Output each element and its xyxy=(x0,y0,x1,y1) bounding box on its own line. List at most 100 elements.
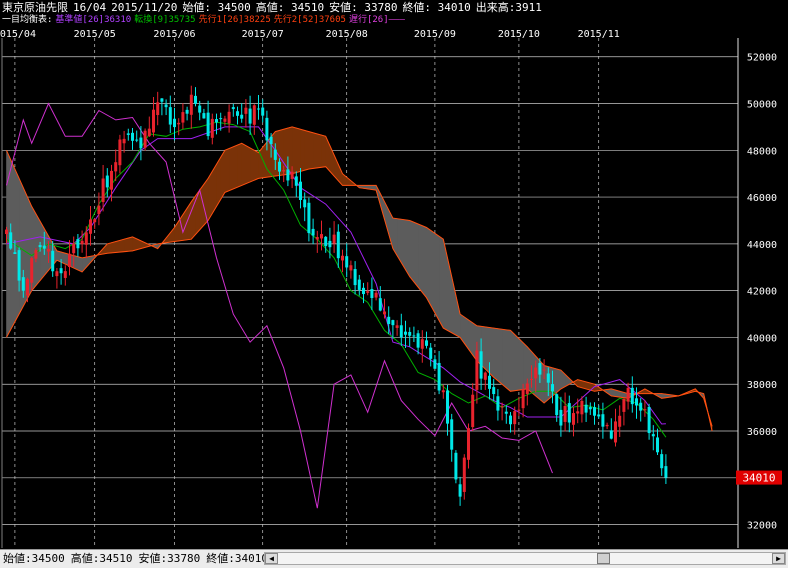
candle-body xyxy=(370,289,374,298)
candle-body xyxy=(93,219,97,223)
candle-body xyxy=(63,271,67,278)
candle-body xyxy=(496,396,500,411)
candle-body xyxy=(101,178,105,203)
candle-body xyxy=(311,228,315,236)
cloud-segment xyxy=(547,366,553,401)
candle-body xyxy=(143,130,147,148)
cloud-segment xyxy=(493,327,499,382)
candle-body xyxy=(244,107,248,114)
candle-body xyxy=(559,409,563,426)
candle-body xyxy=(257,108,260,110)
cloud-segment xyxy=(484,326,490,374)
candle-body xyxy=(425,340,428,346)
legend-prefix: 一目均衡表: xyxy=(2,15,53,25)
candle-body xyxy=(320,234,323,239)
plot-area xyxy=(0,26,788,549)
candle-body xyxy=(55,271,59,277)
status-close: 終値:34010 xyxy=(206,552,268,565)
candle-body xyxy=(177,122,181,125)
y-tick-label: 36000 xyxy=(747,427,777,438)
y-tick-label: 38000 xyxy=(747,380,777,391)
candle-body xyxy=(278,161,281,172)
horizontal-scrollbar[interactable]: ◀ ▶ xyxy=(264,552,786,565)
cloud-segment xyxy=(489,327,495,378)
candle-body xyxy=(84,232,88,245)
candle-body xyxy=(80,240,84,245)
cloud-segment xyxy=(123,237,129,252)
cloud-segment xyxy=(430,229,436,314)
quote-header: 東京原油先限 16/04 2015/11/20 始値: 34500 高値: 34510 安… xyxy=(2,1,547,14)
scroll-thumb[interactable] xyxy=(597,553,610,564)
candle-body xyxy=(572,413,575,425)
candle-body xyxy=(294,176,298,186)
candle-body xyxy=(534,367,538,379)
candle-body xyxy=(76,239,80,249)
ichimoku-chart[interactable]: 3200034000360003800040000420004400046000… xyxy=(0,26,788,549)
quote-date: 2015/11/20 xyxy=(111,1,178,14)
candle-body xyxy=(471,394,475,428)
candle-body xyxy=(315,237,319,240)
candle-body xyxy=(395,325,399,328)
cloud-segment xyxy=(107,242,112,254)
cloud-segment xyxy=(212,163,217,215)
candle-body xyxy=(160,98,164,102)
candle-body xyxy=(399,325,403,338)
candle-body xyxy=(605,424,609,427)
cloud-segment xyxy=(497,328,503,385)
candle-body xyxy=(336,231,340,259)
cloud-segment xyxy=(312,132,318,169)
candle-body xyxy=(374,292,378,298)
candle-body xyxy=(504,411,508,414)
candle-body xyxy=(131,132,134,141)
candle-body xyxy=(152,109,155,133)
candle-body xyxy=(458,484,462,497)
candle-body xyxy=(248,108,252,124)
cloud-segment xyxy=(111,241,116,254)
candle-body xyxy=(202,113,206,119)
candle-body xyxy=(446,390,449,424)
candle-body xyxy=(483,372,487,380)
candle-body xyxy=(122,138,126,144)
candle-body xyxy=(97,205,101,214)
cloud-segment xyxy=(241,142,247,186)
scroll-left-button[interactable]: ◀ xyxy=(265,553,278,564)
candle-body xyxy=(521,389,525,409)
candle-body xyxy=(173,118,176,128)
candle-body xyxy=(488,375,491,389)
candle-body xyxy=(72,243,76,254)
candle-body xyxy=(362,287,365,295)
cloud-segment xyxy=(308,131,314,170)
candle-body xyxy=(59,268,63,274)
candle-body xyxy=(223,118,227,122)
candle-body xyxy=(89,219,92,234)
scroll-right-button[interactable]: ▶ xyxy=(772,553,785,564)
cloud-segment xyxy=(18,178,24,315)
cloud-segment xyxy=(426,226,432,306)
cloud-segment xyxy=(203,177,209,226)
candle-body xyxy=(635,398,638,406)
x-tick-label: 2015/08 xyxy=(326,29,368,40)
candle-body xyxy=(290,171,294,179)
candle-body xyxy=(51,250,55,272)
cloud-segment xyxy=(119,238,125,253)
candle-body xyxy=(580,400,584,415)
candle-body xyxy=(412,335,416,337)
x-tick-label: 2015/04 xyxy=(0,29,36,40)
candle-body xyxy=(563,405,567,422)
candle-body xyxy=(324,236,328,247)
candle-body xyxy=(387,316,391,324)
legend-base: 基準値[26]36310 xyxy=(55,15,132,25)
candle-body xyxy=(34,250,38,259)
cloud-segment xyxy=(295,127,301,173)
candle-body xyxy=(185,109,189,114)
candle-body xyxy=(240,114,244,119)
candle-body xyxy=(252,105,256,125)
cloud-segment xyxy=(400,218,406,271)
cloud-segment xyxy=(413,221,419,289)
status-bar: 始値:34500 高値:34510 安値:33780 終値:34010 ◀ ▶ xyxy=(0,549,788,568)
volume-value: 出来高:3911 xyxy=(475,1,542,14)
cloud-segment xyxy=(77,256,83,273)
candle-body xyxy=(475,350,479,390)
candle-body xyxy=(286,169,290,181)
cloud-segment xyxy=(421,225,427,299)
